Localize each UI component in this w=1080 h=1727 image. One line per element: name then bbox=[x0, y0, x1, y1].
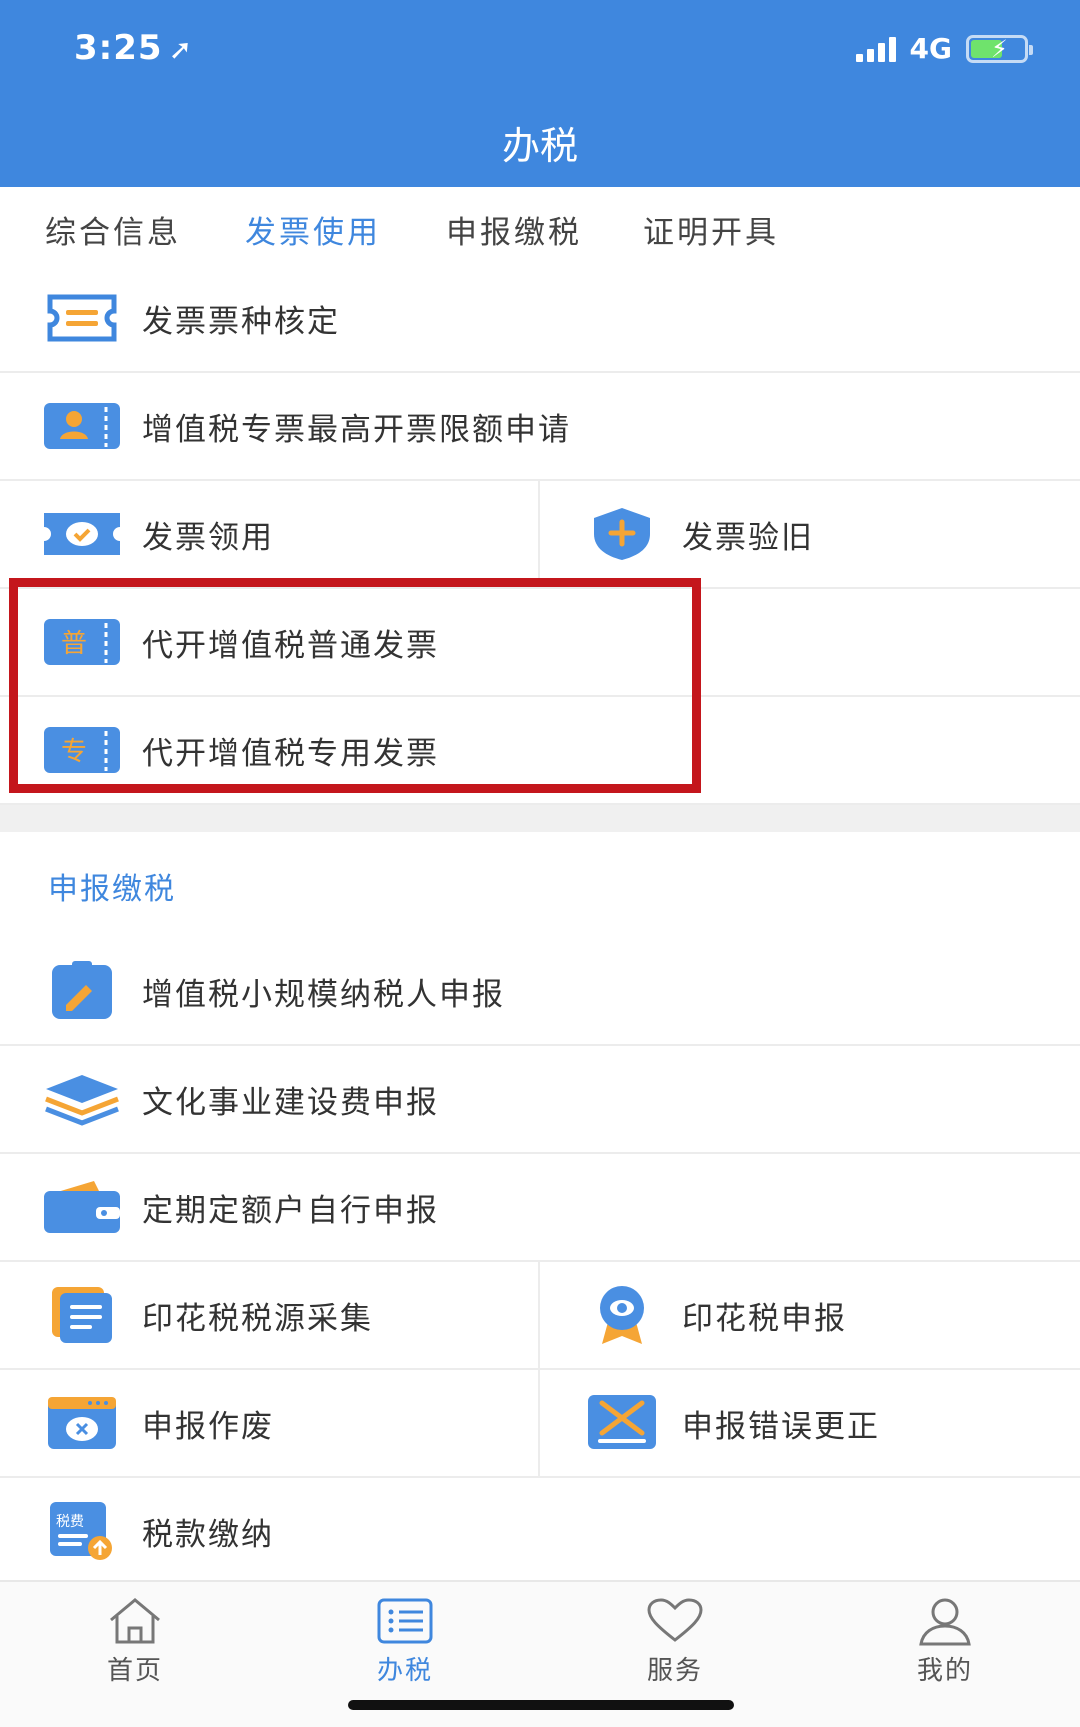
item-label: 印花税税源采集 bbox=[142, 1300, 373, 1337]
item-label: 增值税专票最高开票限额申请 bbox=[142, 411, 571, 448]
battery-icon: ⚡ bbox=[966, 34, 1033, 63]
list-item: 增值税专票最高开票限额申请 bbox=[0, 373, 1080, 481]
window-x-icon bbox=[44, 1396, 120, 1450]
user-icon bbox=[915, 1596, 975, 1646]
item-label: 代开增值税专用发票 bbox=[142, 735, 439, 772]
app-header: 3:25 ➚ 4G ⚡ 办税 bbox=[0, 0, 1080, 187]
status-time-text: 3:25 bbox=[74, 28, 163, 68]
invoice-receive-item[interactable]: 发票领用 bbox=[0, 481, 538, 587]
declare-void-item[interactable]: 申报作废 bbox=[0, 1370, 538, 1476]
svg-text:税费: 税费 bbox=[56, 1514, 84, 1530]
location-arrow-icon: ➚ bbox=[168, 33, 194, 66]
tabbar-label: 首页 bbox=[106, 1656, 163, 1686]
tab-certificate[interactable]: 证明开具 bbox=[643, 207, 779, 252]
list-item: 税费 税款缴纳 bbox=[0, 1478, 1080, 1580]
section-divider bbox=[0, 805, 1080, 832]
tax-upload-icon: 税费 bbox=[44, 1502, 120, 1560]
page-title: 办税 bbox=[501, 124, 578, 168]
document-stack-icon bbox=[44, 1287, 120, 1343]
general-invoice-icon: 普 bbox=[44, 615, 120, 669]
item-label: 申报错误更正 bbox=[682, 1408, 880, 1445]
item-label: 文化事业建设费申报 bbox=[142, 1084, 439, 1121]
svg-text:专: 专 bbox=[61, 737, 87, 767]
layers-icon bbox=[44, 1072, 120, 1126]
heart-icon bbox=[645, 1596, 705, 1646]
stamp-source-collect-item[interactable]: 印花税税源采集 bbox=[0, 1262, 538, 1368]
item-label: 发票验旧 bbox=[682, 519, 814, 556]
list-item: 申报作废 申报错误更正 bbox=[0, 1370, 1080, 1478]
person-card-icon bbox=[44, 399, 120, 453]
item-label: 税款缴纳 bbox=[142, 1516, 274, 1553]
list-item: 定期定额户自行申报 bbox=[0, 1154, 1080, 1262]
tabbar-tax[interactable]: 办税 bbox=[345, 1596, 465, 1687]
invoice-type-check-item[interactable]: 发票票种核定 bbox=[0, 265, 1080, 371]
tab-general-info[interactable]: 综合信息 bbox=[45, 207, 181, 252]
list-item: 文化事业建设费申报 bbox=[0, 1046, 1080, 1154]
list-item: 印花税税源采集 印花税申报 bbox=[0, 1262, 1080, 1370]
item-label: 申报作废 bbox=[142, 1408, 274, 1445]
list-item: 发票领用 发票验旧 bbox=[0, 481, 1080, 589]
category-tabs: 综合信息 发票使用 申报缴税 证明开具 bbox=[0, 187, 1080, 273]
tab-invoice-use[interactable]: 发票使用 bbox=[245, 207, 381, 252]
check-ticket-icon bbox=[44, 507, 120, 561]
ticket-icon bbox=[44, 291, 120, 345]
wallet-icon bbox=[44, 1180, 120, 1234]
svg-text:普: 普 bbox=[61, 629, 87, 659]
proxy-general-invoice-item[interactable]: 普 代开增值税普通发票 bbox=[0, 589, 700, 695]
item-label: 增值税小规模纳税人申报 bbox=[142, 976, 505, 1013]
tax-payment-item[interactable]: 税费 税款缴纳 bbox=[0, 1478, 1080, 1584]
section-title: 申报缴税 bbox=[48, 872, 176, 907]
cross-board-icon bbox=[584, 1395, 660, 1450]
list-icon bbox=[375, 1596, 435, 1646]
tabbar-service[interactable]: 服务 bbox=[615, 1596, 735, 1687]
list-item: 发票票种核定 bbox=[0, 265, 1080, 373]
declare-correct-item[interactable]: 申报错误更正 bbox=[540, 1370, 1080, 1476]
invoice-verify-old-item[interactable]: 发票验旧 bbox=[540, 481, 1080, 587]
tabbar-label: 我的 bbox=[916, 1656, 973, 1686]
network-type: 4G bbox=[909, 32, 952, 65]
clipboard-pen-icon bbox=[44, 961, 120, 1019]
list-item: 专 代开增值税专用发票 bbox=[0, 697, 1080, 805]
tabbar-mine[interactable]: 我的 bbox=[885, 1596, 1005, 1687]
item-label: 发票领用 bbox=[142, 519, 274, 556]
list-item: 普 代开增值税普通发票 bbox=[0, 589, 1080, 697]
signal-icon bbox=[855, 36, 896, 62]
item-label: 发票票种核定 bbox=[142, 303, 340, 340]
list-item: 增值税小规模纳税人申报 bbox=[0, 938, 1080, 1046]
item-label: 代开增值税普通发票 bbox=[142, 627, 439, 664]
home-icon bbox=[105, 1596, 165, 1646]
status-time: 3:25 ➚ bbox=[74, 28, 193, 68]
home-indicator bbox=[348, 1700, 734, 1710]
item-label: 定期定额户自行申报 bbox=[142, 1192, 439, 1229]
proxy-special-invoice-item[interactable]: 专 代开增值税专用发票 bbox=[0, 697, 700, 803]
tabbar-label: 服务 bbox=[646, 1656, 703, 1686]
shield-plus-icon bbox=[584, 507, 660, 561]
vat-limit-apply-item[interactable]: 增值税专票最高开票限额申请 bbox=[0, 373, 1080, 479]
tabbar-home[interactable]: 首页 bbox=[75, 1596, 195, 1687]
item-label: 印花税申报 bbox=[682, 1300, 847, 1337]
special-invoice-icon: 专 bbox=[44, 723, 120, 777]
status-indicators: 4G ⚡ bbox=[855, 32, 1033, 65]
small-scale-declare-item[interactable]: 增值税小规模纳税人申报 bbox=[0, 938, 1080, 1044]
fixed-quota-declare-item[interactable]: 定期定额户自行申报 bbox=[0, 1154, 1080, 1260]
stamp-declare-item[interactable]: 印花税申报 bbox=[540, 1262, 1080, 1368]
tabbar-label: 办税 bbox=[376, 1656, 433, 1686]
award-badge-icon bbox=[584, 1286, 660, 1344]
culture-fee-declare-item[interactable]: 文化事业建设费申报 bbox=[0, 1046, 1080, 1152]
tab-declare-pay[interactable]: 申报缴税 bbox=[446, 207, 582, 252]
